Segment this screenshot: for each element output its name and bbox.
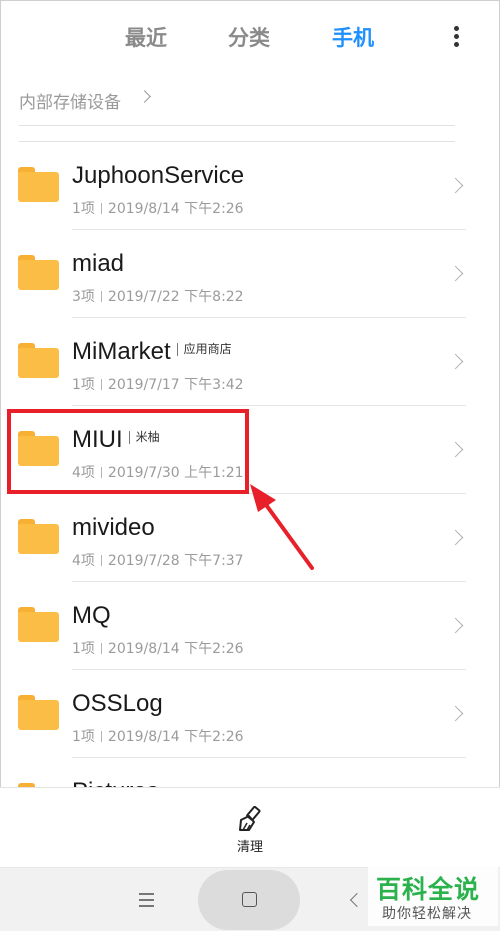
chevron-right-icon bbox=[447, 441, 464, 458]
more-options-icon[interactable] bbox=[447, 22, 467, 50]
broom-icon bbox=[239, 806, 261, 831]
folder-tag: 应用商店 bbox=[176, 343, 232, 357]
folder-name: mivideo bbox=[72, 514, 155, 541]
chevron-right-icon bbox=[447, 705, 464, 722]
folder-icon bbox=[18, 255, 59, 290]
chevron-right-icon bbox=[447, 177, 464, 194]
tab-recent[interactable]: 最近 bbox=[125, 22, 167, 52]
folder-icon bbox=[18, 607, 59, 642]
back-icon[interactable] bbox=[349, 892, 365, 908]
folder-name: MQ bbox=[72, 602, 111, 629]
watermark: 百科全说 助你轻松解决 bbox=[368, 866, 498, 926]
list-item[interactable]: MiMarket 应用商店 1项 2019/7/17 下午3:42 bbox=[0, 318, 500, 406]
chevron-right-icon bbox=[447, 529, 464, 546]
breadcrumb[interactable]: 内部存储设备 bbox=[19, 88, 121, 113]
folder-meta: 1项 2019/7/17 下午3:42 bbox=[72, 377, 244, 393]
folder-name: MiMarket 应用商店 bbox=[72, 338, 232, 365]
folder-meta: 1项 2019/8/14 下午2:26 bbox=[72, 729, 244, 745]
watermark-subtitle: 助你轻松解决 bbox=[382, 906, 472, 922]
folder-icon bbox=[18, 167, 59, 202]
folder-meta: 1项 2019/8/14 下午2:26 bbox=[72, 201, 244, 217]
highlight-box bbox=[7, 409, 249, 494]
watermark-title: 百科全说 bbox=[376, 875, 481, 904]
divider bbox=[19, 125, 455, 126]
folder-icon bbox=[18, 343, 59, 378]
chevron-right-icon bbox=[447, 265, 464, 282]
top-tab-bar: 最近 分类 手机 bbox=[0, 0, 500, 74]
clean-button[interactable]: 清理 bbox=[222, 806, 278, 858]
list-item[interactable]: Pictures bbox=[0, 758, 500, 787]
folder-icon bbox=[18, 695, 59, 730]
tab-category[interactable]: 分类 bbox=[228, 22, 270, 52]
recent-apps-icon[interactable] bbox=[139, 893, 154, 907]
list-item[interactable]: OSSLog 1项 2019/8/14 下午2:26 bbox=[0, 670, 500, 758]
chevron-right-icon bbox=[447, 617, 464, 634]
bottom-toolbar: 清理 bbox=[0, 787, 500, 867]
list-item[interactable]: MQ 1项 2019/8/14 下午2:26 bbox=[0, 582, 500, 670]
folder-name: miad bbox=[72, 250, 125, 277]
folder-meta: 4项 2019/7/28 下午7:37 bbox=[72, 553, 244, 569]
folder-name: OSSLog bbox=[72, 690, 163, 717]
clean-label: 清理 bbox=[236, 840, 263, 855]
list-item[interactable]: miad 3项 2019/7/22 下午8:22 bbox=[0, 230, 500, 318]
folder-meta: 1项 2019/8/14 下午2:26 bbox=[72, 641, 244, 657]
folder-meta: 3项 2019/7/22 下午8:22 bbox=[72, 289, 244, 305]
list-item[interactable]: mivideo 4项 2019/7/28 下午7:37 bbox=[0, 494, 500, 582]
folder-name: JuphoonService bbox=[72, 162, 245, 189]
chevron-right-icon bbox=[447, 353, 464, 370]
folder-icon bbox=[18, 519, 59, 554]
list-item[interactable]: JuphoonService 1项 2019/8/14 下午2:26 bbox=[0, 142, 500, 230]
tab-phone[interactable]: 手机 bbox=[332, 22, 374, 52]
folder-name: Pictures bbox=[72, 778, 159, 787]
home-icon bbox=[242, 892, 257, 907]
